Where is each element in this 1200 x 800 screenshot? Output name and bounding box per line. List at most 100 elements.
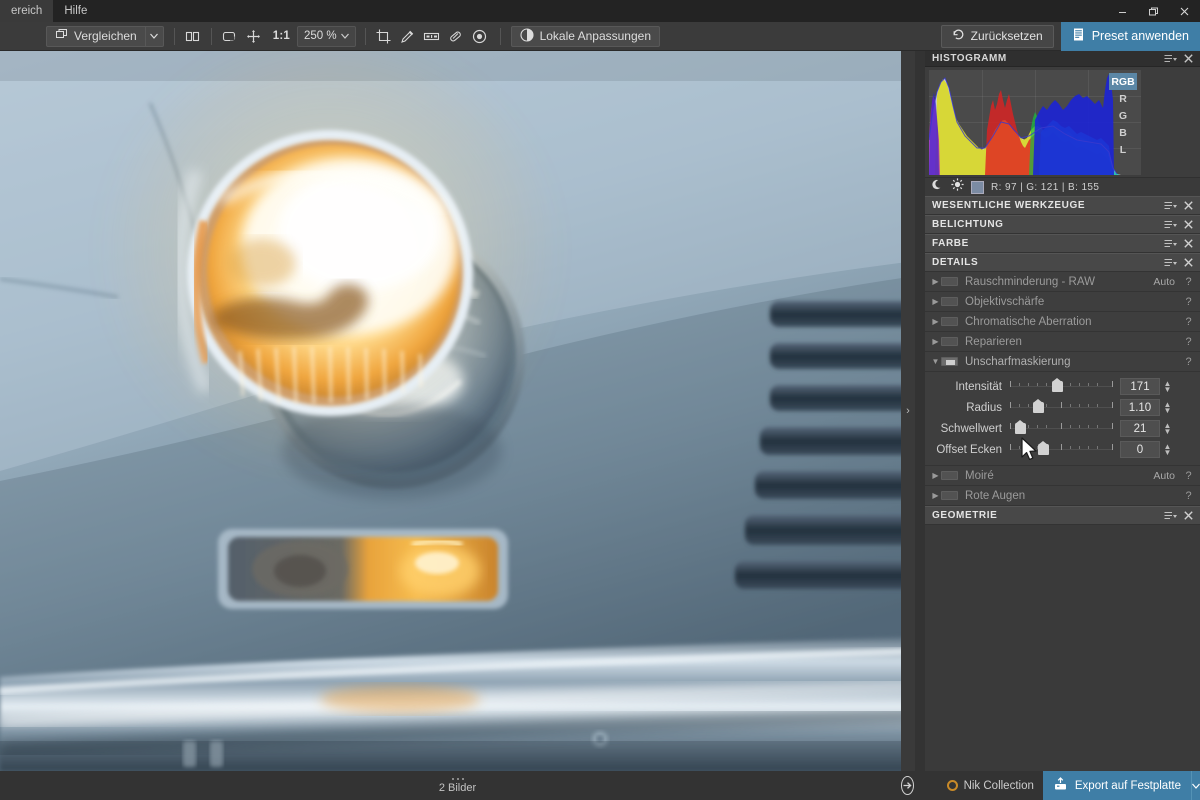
slider-stepper[interactable]: ▲ ▼: [1161, 442, 1174, 456]
filmstrip-grip-icon[interactable]: [451, 777, 464, 780]
expand-arrow-icon[interactable]: ▶: [930, 317, 941, 326]
sun-icon[interactable]: [951, 178, 964, 196]
tool-row-objektivschaerfe[interactable]: ▶ Objektivschärfe ?: [925, 292, 1200, 312]
tool-row-unscharfmaskierung[interactable]: ▼ Unscharfmaskierung ?: [925, 352, 1200, 372]
menu-item-bereich[interactable]: ereich: [0, 0, 54, 22]
slider-track[interactable]: [1010, 376, 1113, 397]
repair-patch-icon[interactable]: [444, 25, 468, 47]
expand-arrow-icon[interactable]: ▶: [930, 471, 941, 480]
section-menu-icon[interactable]: [1164, 239, 1177, 248]
histogram-plot[interactable]: RGB R G B L: [929, 70, 1141, 175]
tool-toggle[interactable]: [941, 337, 958, 346]
tool-row-rauschminderung[interactable]: ▶ Rauschminderung - RAW Auto ?: [925, 272, 1200, 292]
collapse-arrow-icon[interactable]: ▼: [930, 357, 941, 366]
restore-icon[interactable]: [1138, 0, 1169, 22]
help-icon[interactable]: ?: [1184, 470, 1193, 482]
help-icon[interactable]: ?: [1184, 316, 1193, 328]
slider-thumb[interactable]: [1052, 378, 1063, 392]
tool-auto-label[interactable]: Auto: [1153, 470, 1175, 482]
section-wesentliche-werkzeuge[interactable]: WESENTLICHE WERKZEUGE: [925, 196, 1200, 215]
slider-stepper[interactable]: ▲ ▼: [1161, 400, 1174, 414]
section-menu-icon[interactable]: [1164, 511, 1177, 520]
slider-value[interactable]: 171: [1120, 378, 1160, 395]
expand-arrow-icon[interactable]: ▶: [930, 337, 941, 346]
tool-auto-label[interactable]: Auto: [1153, 276, 1175, 288]
tool-row-moire[interactable]: ▶ Moiré Auto ?: [925, 466, 1200, 486]
section-menu-icon[interactable]: [1164, 220, 1177, 229]
help-icon[interactable]: ?: [1184, 296, 1193, 308]
nik-collection-button[interactable]: Nik Collection: [938, 771, 1043, 800]
slider-value[interactable]: 0: [1120, 441, 1160, 458]
histogram-channel-rgb[interactable]: RGB: [1109, 73, 1137, 90]
histogram-header[interactable]: HISTOGRAMM: [925, 51, 1200, 67]
panel-collapse-handle[interactable]: ›: [901, 51, 915, 771]
section-details[interactable]: DETAILS: [925, 253, 1200, 272]
tool-row-chromatische-aberration[interactable]: ▶ Chromatische Aberration ?: [925, 312, 1200, 332]
tool-toggle[interactable]: [941, 357, 958, 366]
close-icon[interactable]: [1169, 0, 1200, 22]
tool-toggle[interactable]: [941, 491, 958, 500]
horizon-icon[interactable]: [420, 25, 444, 47]
slider-thumb[interactable]: [1038, 441, 1049, 455]
expand-arrow-icon[interactable]: ▶: [930, 491, 941, 500]
slider-stepper[interactable]: ▲ ▼: [1161, 421, 1174, 435]
section-close-icon[interactable]: [1184, 511, 1193, 520]
section-close-icon[interactable]: [1184, 258, 1193, 267]
compare-dropdown-caret[interactable]: [145, 25, 164, 47]
eyedropper-icon[interactable]: [396, 25, 420, 47]
expand-arrow-icon[interactable]: ▶: [930, 297, 941, 306]
slider-value[interactable]: 1.10: [1120, 399, 1160, 416]
section-belichtung[interactable]: BELICHTUNG: [925, 215, 1200, 234]
section-menu-icon[interactable]: [1164, 258, 1177, 267]
histogram-close-icon[interactable]: [1184, 54, 1193, 63]
tool-toggle[interactable]: [941, 277, 958, 286]
tool-row-reparieren[interactable]: ▶ Reparieren ?: [925, 332, 1200, 352]
menu-item-hilfe[interactable]: Hilfe: [53, 0, 98, 22]
split-view-icon[interactable]: [181, 25, 205, 47]
expand-arrow-icon[interactable]: ▶: [930, 277, 941, 286]
slider-value[interactable]: 21: [1120, 420, 1160, 437]
arrow-right-circle-icon[interactable]: [900, 776, 914, 795]
section-farbe[interactable]: FARBE: [925, 234, 1200, 253]
help-icon[interactable]: ?: [1184, 276, 1193, 288]
reset-button[interactable]: Zurücksetzen: [940, 24, 1054, 48]
fit-to-screen-icon[interactable]: [218, 25, 242, 47]
export-dropdown-caret[interactable]: [1191, 771, 1200, 800]
red-eye-icon[interactable]: [468, 25, 492, 47]
filmstrip-bar[interactable]: 2 Bilder: [0, 771, 915, 800]
slider-stepper[interactable]: ▲ ▼: [1161, 379, 1174, 393]
local-adjustments-button[interactable]: Lokale Anpassungen: [510, 25, 660, 47]
image-viewer[interactable]: ›: [0, 51, 915, 771]
histogram-channel-l[interactable]: L: [1109, 141, 1137, 158]
histogram-channel-b[interactable]: B: [1109, 124, 1137, 141]
histogram-channel-g[interactable]: G: [1109, 107, 1137, 124]
section-close-icon[interactable]: [1184, 239, 1193, 248]
help-icon[interactable]: ?: [1184, 490, 1193, 502]
help-icon[interactable]: ?: [1184, 356, 1193, 368]
slider-thumb[interactable]: [1015, 420, 1026, 434]
histogram-menu-icon[interactable]: [1164, 54, 1177, 63]
section-menu-icon[interactable]: [1164, 201, 1177, 210]
export-to-disk-button[interactable]: Export auf Festplatte: [1042, 771, 1191, 800]
minimize-icon[interactable]: [1107, 0, 1138, 22]
section-close-icon[interactable]: [1184, 201, 1193, 210]
help-icon[interactable]: ?: [1184, 336, 1193, 348]
tool-toggle[interactable]: [941, 471, 958, 480]
slider-track[interactable]: [1010, 418, 1113, 439]
tool-toggle[interactable]: [941, 317, 958, 326]
moon-icon[interactable]: [932, 178, 944, 196]
slider-track[interactable]: [1010, 439, 1113, 460]
section-close-icon[interactable]: [1184, 220, 1193, 229]
compare-button[interactable]: Vergleichen: [46, 25, 146, 47]
histogram-channel-r[interactable]: R: [1109, 90, 1137, 107]
tool-toggle[interactable]: [941, 297, 958, 306]
pan-hand-icon[interactable]: [242, 25, 266, 47]
slider-track[interactable]: [1010, 397, 1113, 418]
section-geometrie[interactable]: GEOMETRIE: [925, 506, 1200, 525]
zoom-ratio-label[interactable]: 1:1: [266, 30, 297, 42]
crop-icon[interactable]: [372, 25, 396, 47]
zoom-level-selector[interactable]: 250 %: [296, 25, 356, 47]
tool-row-rote-augen[interactable]: ▶ Rote Augen ?: [925, 486, 1200, 506]
slider-thumb[interactable]: [1033, 399, 1044, 413]
apply-preset-button[interactable]: Preset anwenden: [1060, 21, 1200, 51]
